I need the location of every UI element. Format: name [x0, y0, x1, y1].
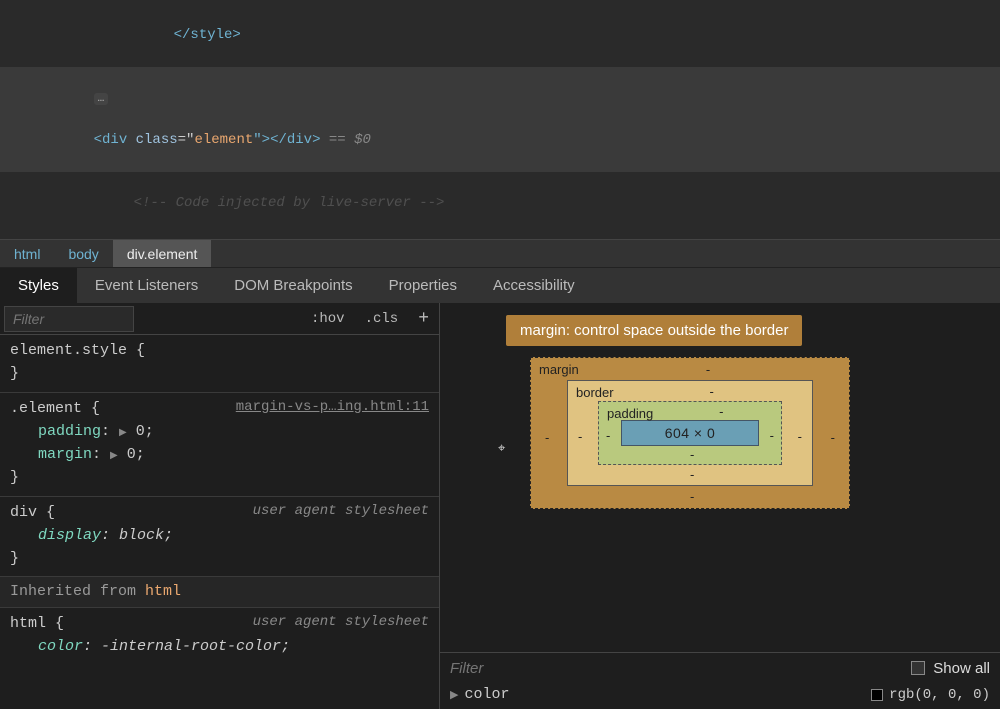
crumb-body[interactable]: body — [54, 240, 112, 267]
tab-dom-breakpoints[interactable]: DOM Breakpoints — [216, 268, 370, 303]
styles-rules: element.style { } .element { margin-vs-p… — [0, 335, 439, 709]
show-all-label[interactable]: Show all — [933, 660, 990, 677]
tab-event-listeners[interactable]: Event Listeners — [77, 268, 216, 303]
prop-value[interactable]: -internal-root-color — [101, 638, 281, 655]
prop-name[interactable]: color — [38, 638, 83, 655]
box-margin[interactable]: margin - - - - border - - - - padding - … — [530, 357, 850, 509]
new-rule-button[interactable]: + — [408, 309, 439, 329]
prop-value[interactable]: 0 — [136, 423, 145, 440]
crumb-html[interactable]: html — [0, 240, 54, 267]
margin-top[interactable]: - — [706, 362, 710, 377]
cls-button[interactable]: .cls — [355, 311, 409, 327]
box-border[interactable]: border - - - - padding - - - - 604 × 0 — [567, 380, 813, 486]
computed-row-color[interactable]: ▶ color rgb(0, 0, 0) — [440, 683, 1000, 709]
border-label: border — [576, 385, 614, 400]
style-close-tag: </style> — [174, 27, 241, 43]
prop-value[interactable]: block — [119, 527, 164, 544]
padding-bottom[interactable]: - — [690, 447, 694, 462]
selector: element.style { — [10, 339, 429, 362]
rule-element[interactable]: .element { margin-vs-p…ing.html:11 paddi… — [0, 393, 439, 497]
attr-name: class — [136, 132, 178, 148]
breadcrumb: html body div.element — [0, 239, 1000, 267]
ua-label: user agent stylesheet — [253, 501, 429, 523]
selector: .element — [10, 400, 82, 417]
prop-name[interactable]: margin — [38, 446, 92, 463]
attr-eq: =" — [178, 132, 195, 148]
brace-close: } — [10, 547, 429, 570]
show-all-checkbox[interactable] — [911, 661, 925, 675]
brace-open: { — [46, 615, 64, 632]
selected-marker: == $0 — [320, 132, 370, 148]
styles-tabbar: Styles Event Listeners DOM Breakpoints P… — [0, 267, 1000, 303]
computed-prop-value: rgb(0, 0, 0) — [889, 687, 990, 703]
inherited-section: Inherited from html — [0, 577, 439, 607]
border-bottom[interactable]: - — [690, 467, 694, 482]
margin-tooltip: margin: control space outside the border — [506, 315, 802, 346]
expand-icon[interactable]: ▶ — [119, 426, 127, 442]
prop-name[interactable]: display — [38, 527, 101, 544]
dom-tree: </style> … <div class="element"></div> =… — [0, 0, 1000, 239]
border-right[interactable]: - — [798, 429, 802, 444]
computed-prop-name: color — [464, 686, 509, 703]
styles-filter-input[interactable] — [4, 306, 134, 332]
margin-left[interactable]: - — [545, 430, 549, 445]
brace-close: } — [10, 466, 429, 489]
rule-div[interactable]: div { user agent stylesheet display: blo… — [0, 497, 439, 578]
cursor-icon: ⌖ — [498, 441, 505, 456]
prop-name[interactable]: padding — [38, 423, 101, 440]
margin-bottom[interactable]: - — [690, 489, 694, 504]
rule-html[interactable]: html { user agent stylesheet color: -int… — [0, 608, 439, 665]
margin-label: margin — [539, 362, 579, 377]
dom-line[interactable]: </style> — [0, 4, 1000, 67]
hov-button[interactable]: :hov — [301, 311, 355, 327]
ua-label: user agent stylesheet — [253, 612, 429, 634]
margin-right[interactable]: - — [831, 430, 835, 445]
border-top[interactable]: - — [710, 384, 714, 399]
computed-pane: margin: control space outside the border… — [440, 303, 1000, 709]
crumb-element[interactable]: div.element — [113, 240, 212, 267]
dom-line-selected[interactable]: … <div class="element"></div> == $0 — [0, 67, 1000, 172]
source-link[interactable]: margin-vs-p…ing.html:11 — [236, 397, 429, 419]
brace-open: { — [82, 400, 100, 417]
padding-right[interactable]: - — [770, 428, 774, 443]
inherited-from[interactable]: html — [145, 583, 181, 600]
rule-element-style[interactable]: element.style { } — [0, 335, 439, 393]
border-left[interactable]: - — [578, 429, 582, 444]
padding-top[interactable]: - — [719, 404, 723, 419]
tab-styles[interactable]: Styles — [0, 268, 77, 303]
attr-value: element — [194, 132, 253, 148]
expand-icon[interactable]: ▶ — [450, 688, 458, 701]
tag-open: <div — [94, 132, 136, 148]
brace-open: { — [37, 504, 55, 521]
tag-close: "></div> — [253, 132, 320, 148]
ellipsis-icon[interactable]: … — [94, 93, 109, 105]
computed-filter-input[interactable] — [450, 660, 550, 677]
tab-accessibility[interactable]: Accessibility — [475, 268, 593, 303]
tab-properties[interactable]: Properties — [371, 268, 475, 303]
expand-icon[interactable]: ▶ — [110, 449, 118, 465]
inherited-label: Inherited from — [10, 583, 145, 600]
styles-pane: :hov .cls + element.style { } .element {… — [0, 303, 440, 709]
styles-filterbar: :hov .cls + — [0, 303, 439, 335]
dom-line[interactable]: <!-- Code injected by live-server --> — [0, 172, 1000, 235]
prop-value[interactable]: 0 — [127, 446, 136, 463]
selector: html — [10, 615, 46, 632]
padding-label: padding — [607, 406, 653, 421]
box-padding[interactable]: padding - - - - 604 × 0 — [598, 401, 782, 465]
computed-list: Show all ▶ color rgb(0, 0, 0) — [440, 652, 1000, 709]
box-model[interactable]: margin - - - - border - - - - padding - … — [530, 357, 850, 509]
selector: div — [10, 504, 37, 521]
color-swatch-icon[interactable] — [871, 689, 883, 701]
padding-left[interactable]: - — [606, 428, 610, 443]
comment-line: <!-- Code injected by live-server --> — [134, 195, 445, 211]
box-content[interactable]: 604 × 0 — [621, 420, 759, 446]
brace-close: } — [10, 362, 429, 385]
